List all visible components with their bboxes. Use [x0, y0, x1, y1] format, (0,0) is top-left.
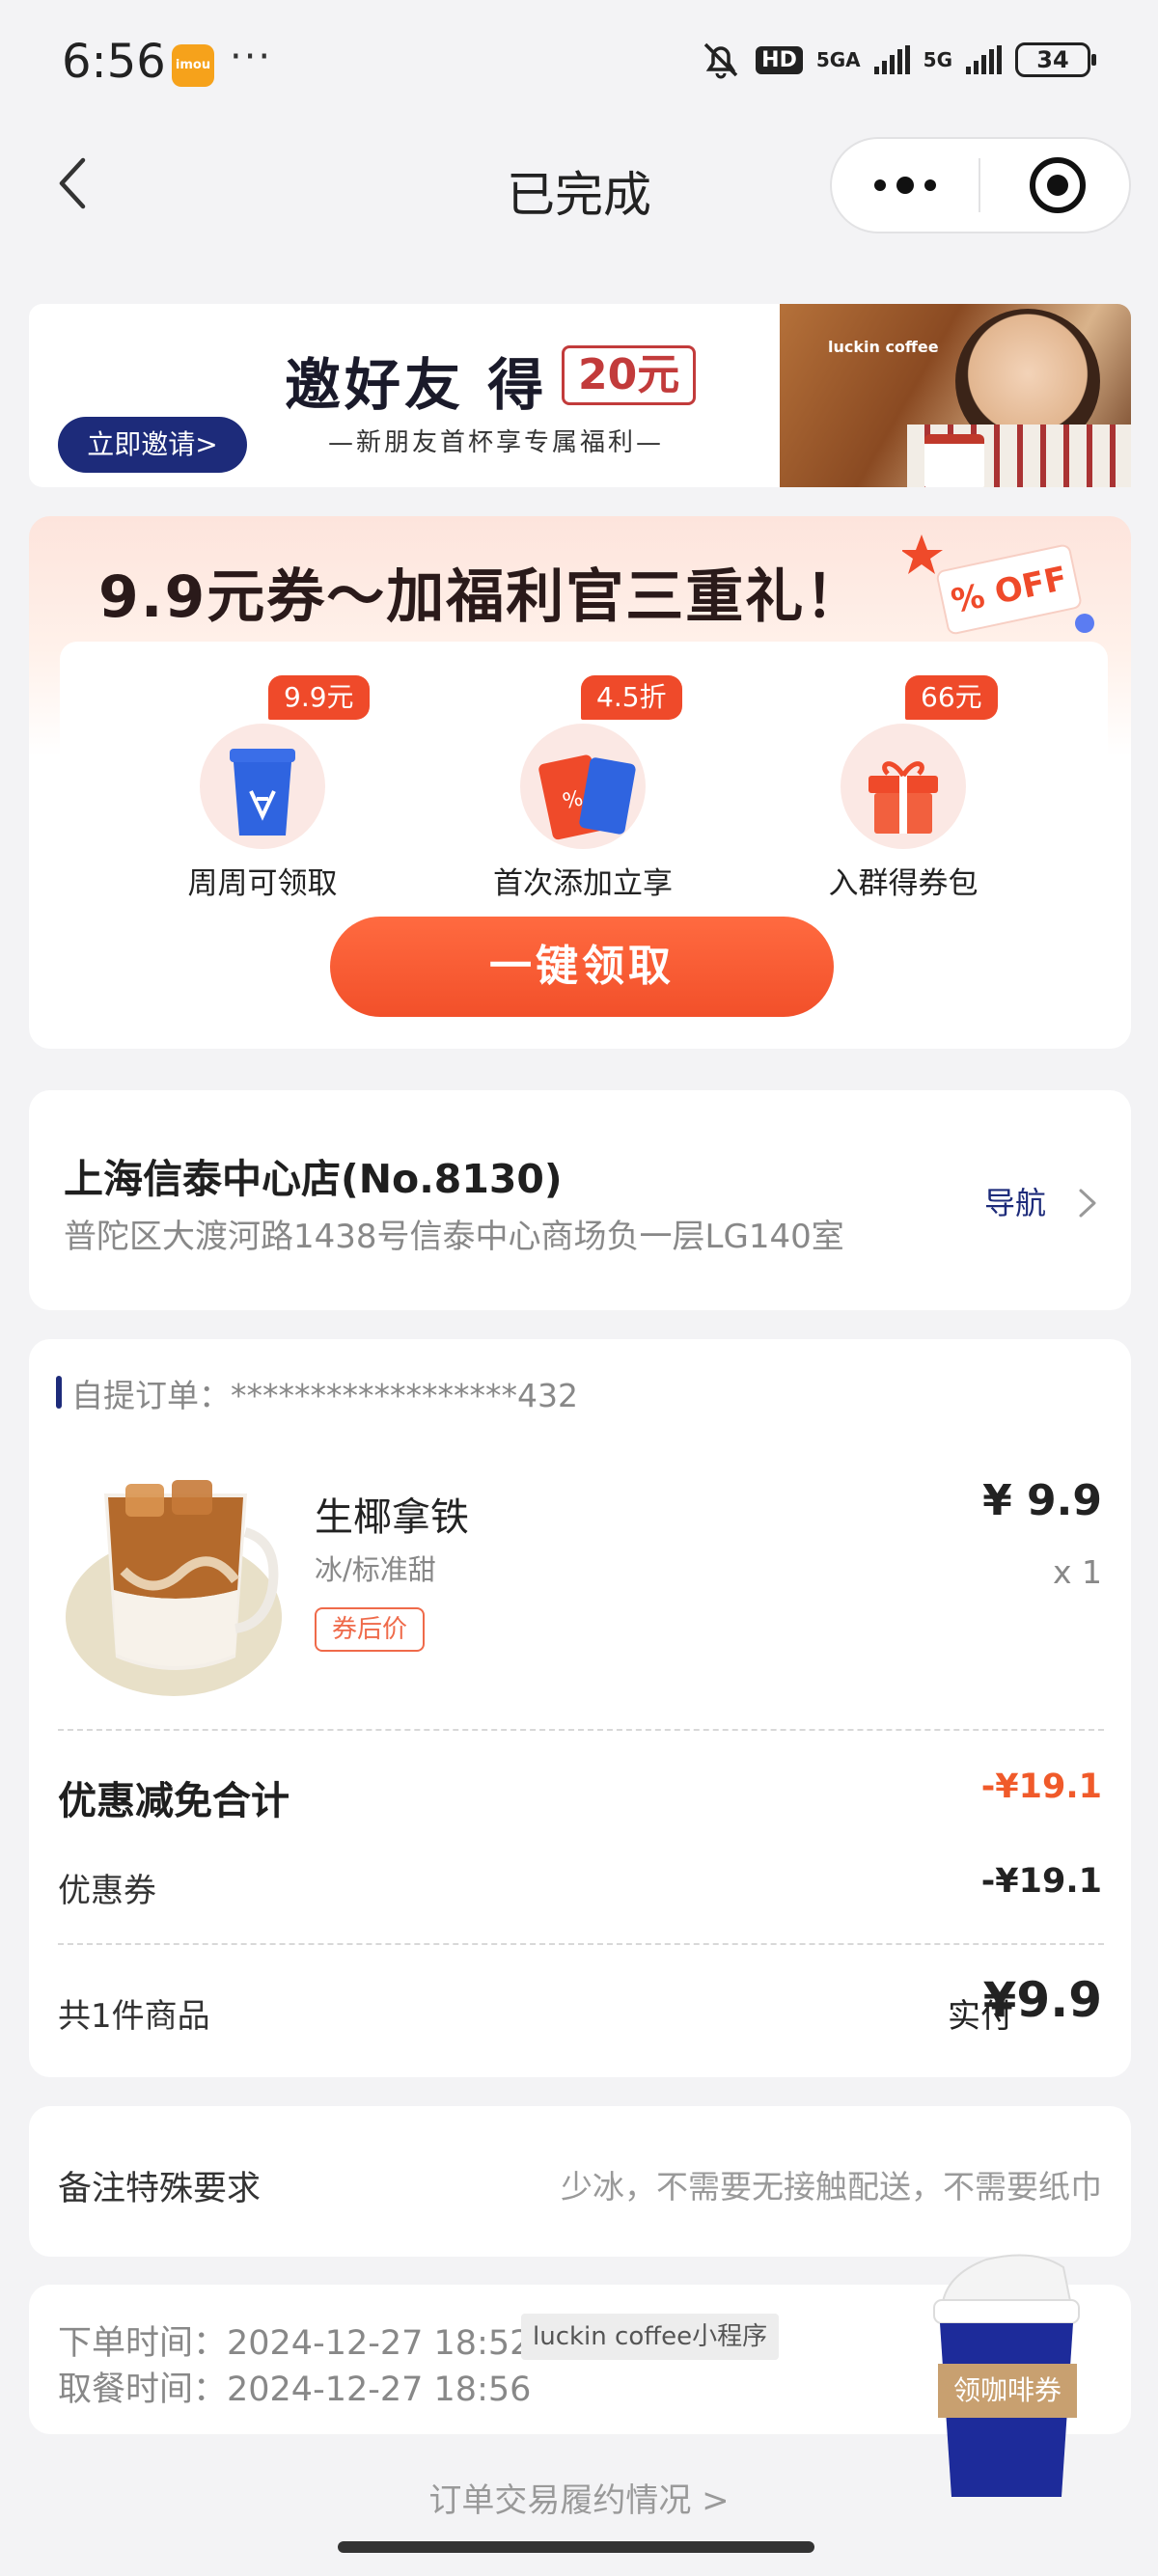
product-image [66, 1480, 282, 1696]
coupon-label: 优惠券 [58, 1872, 156, 1910]
more-notifications-icon: ··· [230, 35, 273, 79]
product-spec: 冰/标准甜 [315, 1553, 436, 1586]
coffee-coupon-float-icon[interactable]: 领咖啡券 [928, 2248, 1083, 2501]
section-marker [56, 1376, 62, 1409]
benefit-weekly[interactable]: 9.9元 周周可领取 [118, 675, 407, 901]
invite-title: 邀好友 得 [285, 352, 548, 418]
pickup-order-id: 自提订单：******************432 [71, 1377, 578, 1414]
battery-icon: 34 [1015, 42, 1096, 77]
benefit-tag: 4.5折 [581, 675, 682, 720]
remark-label: 备注特殊要求 [58, 2170, 262, 2208]
dashed-divider [58, 1729, 1104, 1731]
signal-strength-icon [873, 45, 910, 74]
pickup-time: 取餐时间：2024-12-27 18:56 [58, 2370, 532, 2409]
product-name: 生椰拿铁 [315, 1495, 469, 1540]
invite-subtitle: —新朋友首杯享专属福利— [328, 428, 665, 457]
store-name: 上海信泰中心店(No.8130) [64, 1156, 563, 1202]
home-indicator[interactable] [338, 2541, 814, 2553]
order-source-tag: luckin coffee小程序 [521, 2314, 780, 2360]
coupon-value: -¥19.1 [980, 1862, 1102, 1901]
order-time: 下单时间：2024-12-27 18:52 [58, 2324, 532, 2363]
decorative-dot [1075, 614, 1094, 633]
store-address: 普陀区大渡河路1438号信泰中心商场负一层LG140室 [64, 1218, 844, 1256]
benefit-tag: 9.9元 [268, 675, 370, 720]
benefit-first-add[interactable]: % 4.5折 首次添加立享 [438, 675, 728, 901]
discount-total-label: 优惠减免合计 [58, 1779, 290, 1823]
coupon-tickets-icon: % [538, 754, 636, 840]
benefit-label: 首次添加立享 [493, 866, 673, 901]
paid-amount: ¥9.9 [982, 1972, 1102, 2028]
promo-title: 9.9元券～加福利官三重礼！ [98, 563, 866, 631]
claim-all-button[interactable]: 一键领取 [330, 917, 834, 1017]
dashed-divider [58, 1943, 1104, 1945]
invite-now-button[interactable]: 立即邀请> [58, 417, 247, 473]
app-notification-icon: imou [172, 44, 214, 87]
mute-bell-icon [703, 42, 738, 79]
remark-value: 少冰，不需要无接触配送，不需要纸巾 [561, 2168, 1102, 2206]
float-cup-label: 领咖啡券 [953, 2374, 1062, 2406]
product-price: ¥ 9.9 [982, 1476, 1102, 1525]
navigate-button[interactable]: 导航 [984, 1179, 1046, 1223]
order-card [29, 1339, 1131, 2077]
benefit-label: 入群得券包 [828, 866, 979, 901]
coffee-cup-icon [230, 749, 295, 836]
after-coupon-tag: 券后价 [315, 1607, 426, 1652]
more-options-icon[interactable] [832, 139, 979, 232]
status-time: 6:56 [62, 35, 166, 89]
network-type-2: 5G [923, 48, 952, 71]
discount-ticket-icon: % OFF [902, 534, 1082, 635]
chevron-right-icon[interactable] [1077, 1187, 1098, 1219]
gift-box-icon [868, 761, 938, 834]
benefit-group-coupons[interactable]: 66元 入群得券包 [758, 675, 1048, 901]
hd-voice-badge: HD [756, 45, 803, 74]
close-miniprogram-icon[interactable] [980, 139, 1129, 232]
item-count: 共1件商品 [58, 1997, 210, 2036]
product-quantity: x 1 [1052, 1553, 1102, 1591]
discount-total-value: -¥19.1 [980, 1768, 1102, 1806]
status-indicators: HD 5GA 5G 34 [700, 39, 1096, 81]
benefit-tag: 66元 [905, 675, 998, 720]
fulfillment-status-link[interactable]: 订单交易履约情况 > [0, 2474, 1158, 2521]
photo-brand-text: luckin coffee [828, 338, 939, 356]
signal-strength-icon-2 [966, 45, 1002, 74]
benefit-label: 周周可领取 [187, 866, 338, 901]
invite-amount: 20元 [562, 345, 697, 405]
coffee-cup-image [924, 434, 984, 487]
network-type-1: 5GA [815, 48, 861, 71]
